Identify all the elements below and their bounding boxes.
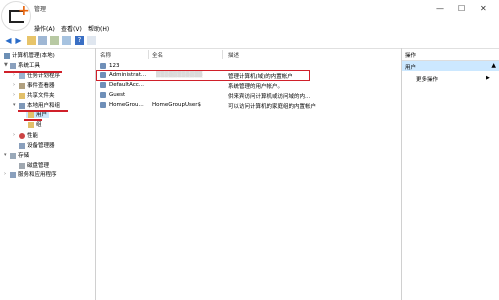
tree-groups[interactable]: 组 <box>28 120 42 128</box>
users-group-icon <box>19 102 25 109</box>
expand-arrow-icon[interactable]: › <box>13 92 15 98</box>
collapse-arrow-icon[interactable]: ▾ <box>4 152 7 158</box>
tree-disk-management[interactable]: 磁盘管理 <box>19 161 49 169</box>
row-description: 可以访问计算机的家庭组的内置帐户 <box>228 104 317 110</box>
collapse-arrow-icon[interactable]: ▼ <box>4 62 8 68</box>
menu-action[interactable]: 操作(A) <box>34 24 55 33</box>
annotation-box <box>96 70 310 81</box>
menu-help[interactable]: 帮助(H) <box>88 24 109 33</box>
table-row[interactable]: Guest 供来宾访问计算机或访问域的内... <box>96 91 401 100</box>
row-name: DefaultAcc... <box>109 82 145 88</box>
annotation-underline <box>18 110 68 112</box>
row-name: 123 <box>109 63 120 69</box>
computer-icon <box>4 52 10 59</box>
user-icon <box>100 82 106 88</box>
column-description[interactable]: 描述 <box>228 51 239 59</box>
back-icon[interactable]: ◀ <box>4 36 13 45</box>
more-actions-label: 更多操作 <box>416 77 439 83</box>
app-logo-icon: + <box>2 2 30 30</box>
chevron-right-icon: ▶ <box>486 75 490 81</box>
up-folder-icon[interactable] <box>27 36 36 45</box>
user-icon <box>100 92 106 98</box>
tree-root[interactable]: 计算机管理(本地) <box>4 51 55 59</box>
services-icon <box>10 171 16 178</box>
minimize-icon[interactable]: — <box>436 4 444 13</box>
tree-services-apps[interactable]: 服务和应用程序 <box>10 170 57 178</box>
actions-header-label: 操作 <box>405 53 417 59</box>
tree-services-label: 服务和应用程序 <box>18 172 57 178</box>
more-actions-link[interactable]: 更多操作 ▶ <box>416 75 490 83</box>
tree-users-label: 用户 <box>36 112 48 118</box>
actions-section-users[interactable]: 用户 ▲ <box>402 61 499 71</box>
refresh-icon[interactable] <box>50 36 59 45</box>
maximize-icon[interactable]: ☐ <box>458 4 465 13</box>
tree-storage[interactable]: 存储 <box>10 151 29 159</box>
disk-icon <box>19 162 25 169</box>
folder-icon <box>28 111 34 118</box>
column-divider[interactable] <box>148 50 149 59</box>
navigation-tree: 计算机管理(本地) ▼ 系统工具 › 任务计划程序 › 事件查看器 › 共享文件… <box>0 48 96 300</box>
expand-arrow-icon[interactable]: › <box>13 82 15 88</box>
tree-task-scheduler-label: 任务计划程序 <box>27 73 61 79</box>
table-row[interactable]: DefaultAcc... 系统管理的用户帐户。 <box>96 81 401 90</box>
tree-performance[interactable]: 性能 <box>19 131 38 139</box>
tree-groups-label: 组 <box>36 122 42 128</box>
expand-arrow-icon[interactable]: › <box>13 132 15 138</box>
tree-shared-folders-label: 共享文件夹 <box>27 93 55 99</box>
tree-device-manager[interactable]: 设备管理器 <box>19 141 55 149</box>
tools-icon <box>10 62 16 69</box>
help-icon[interactable]: ? <box>75 36 84 45</box>
row-fullname: HomeGroupUser$ <box>152 102 202 108</box>
export-list-icon[interactable] <box>62 36 71 45</box>
row-name: HomeGrou... <box>109 102 144 108</box>
show-hide-tree-icon[interactable] <box>38 36 47 45</box>
toolbar: ◀ ▶ ? <box>0 34 499 49</box>
tree-event-viewer-label: 事件查看器 <box>27 83 55 89</box>
tree-system-tools-label: 系统工具 <box>18 63 41 69</box>
performance-icon <box>19 132 25 139</box>
row-name: Guest <box>109 92 126 98</box>
properties-icon[interactable] <box>87 36 96 45</box>
collapse-arrow-icon[interactable]: ▾ <box>13 102 16 108</box>
row-description: 系统管理的用户帐户。 <box>228 84 284 90</box>
folder-icon <box>19 92 25 99</box>
collapse-up-icon[interactable]: ▲ <box>491 62 496 69</box>
tree-shared-folders[interactable]: 共享文件夹 <box>19 91 55 99</box>
tree-local-users-label: 本地用户和组 <box>27 103 61 109</box>
folder-icon <box>28 121 34 128</box>
window-title: 管理 <box>34 6 47 13</box>
actions-header: 操作 <box>402 48 499 61</box>
tree-storage-label: 存储 <box>18 153 30 159</box>
column-name[interactable]: 名称 <box>100 51 111 59</box>
expand-arrow-icon[interactable]: › <box>4 171 6 177</box>
row-description: 供来宾访问计算机或访问域的内... <box>228 94 311 100</box>
annotation-underline <box>24 119 42 121</box>
menu-view[interactable]: 查看(V) <box>61 24 82 33</box>
tree-system-tools[interactable]: 系统工具 <box>10 61 40 69</box>
tree-root-label: 计算机管理(本地) <box>12 53 55 59</box>
column-divider[interactable] <box>222 50 223 59</box>
annotation-underline <box>4 71 62 73</box>
clock-icon <box>19 72 25 79</box>
table-row[interactable]: HomeGrou... HomeGroupUser$ 可以访问计算机的家庭组的内… <box>96 101 401 110</box>
title-bar: + 管理 — ☐ ✕ <box>0 0 499 30</box>
tree-performance-label: 性能 <box>27 133 39 139</box>
device-icon <box>19 142 25 149</box>
user-icon <box>100 102 106 108</box>
tree-local-users-groups[interactable]: 本地用户和组 <box>19 101 60 109</box>
user-icon <box>100 63 106 69</box>
column-fullname[interactable]: 全名 <box>152 51 163 59</box>
tree-event-viewer[interactable]: 事件查看器 <box>19 81 55 89</box>
close-icon[interactable]: ✕ <box>480 4 487 13</box>
actions-section-label: 用户 <box>405 65 417 71</box>
user-list: 名称 全名 描述 123 Administrat... ▒▒▒▒▒▒▒▒▒▒▒ … <box>96 48 401 300</box>
menu-bar: 操作(A) 查看(V) 帮助(H) <box>0 22 499 34</box>
actions-pane: 操作 用户 ▲ 更多操作 ▶ <box>401 48 499 300</box>
forward-icon[interactable]: ▶ <box>14 36 23 45</box>
event-icon <box>19 82 25 89</box>
tree-device-manager-label: 设备管理器 <box>27 143 55 149</box>
tree-disk-management-label: 磁盘管理 <box>27 163 50 169</box>
storage-icon <box>10 152 16 159</box>
